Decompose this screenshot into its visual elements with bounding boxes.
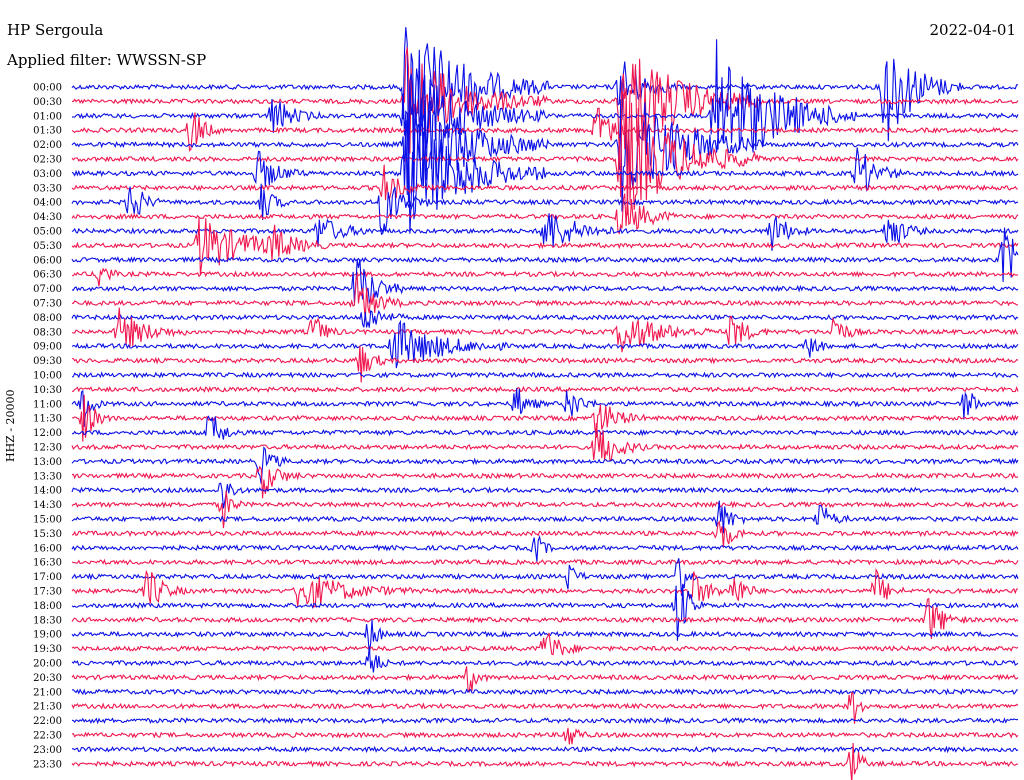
row-time-label: 22:30 [33, 731, 62, 742]
row-time-label: 02:30 [33, 155, 62, 166]
trace-row-20:00 [71, 646, 1019, 673]
trace-row-16:00 [71, 534, 1019, 562]
row-time-label: 14:30 [33, 500, 62, 511]
row-time-label: 13:30 [33, 471, 62, 482]
row-time-label: 19:30 [33, 644, 62, 655]
row-time-label: 19:00 [33, 630, 62, 641]
row-time-label: 01:30 [33, 126, 62, 137]
row-time-label: 17:00 [33, 572, 62, 583]
trace-row-15:00 [71, 500, 1019, 534]
row-time-label: 12:30 [33, 443, 62, 454]
row-time-label: 20:30 [33, 673, 62, 684]
row-time-label: 07:00 [33, 284, 62, 295]
trace-row-16:30 [71, 558, 1019, 567]
row-time-label: 17:30 [33, 587, 62, 598]
trace-row-10:00 [71, 371, 1019, 379]
trace-row-14:30 [71, 490, 1019, 529]
trace-row-08:00 [71, 309, 1019, 328]
row-time-label: 09:00 [33, 342, 62, 353]
row-time-label: 06:00 [33, 255, 62, 266]
trace-row-10:30 [71, 385, 1019, 394]
trace-row-13:30 [71, 465, 1019, 499]
row-time-label: 10:00 [33, 371, 62, 382]
row-time-label: 00:00 [33, 83, 62, 94]
row-time-label: 11:30 [33, 414, 62, 425]
row-time-label: 21:30 [33, 702, 62, 713]
row-time-label: 08:00 [33, 313, 62, 324]
trace-row-20:30 [71, 666, 1019, 694]
row-time-label: 04:00 [33, 198, 62, 209]
row-time-label: 14:00 [33, 486, 62, 497]
row-time-label: 23:00 [33, 745, 62, 756]
trace-row-07:30 [72, 274, 1019, 321]
row-time-label: 01:00 [33, 111, 62, 122]
row-time-label: 18:00 [33, 601, 62, 612]
row-time-label: 13:00 [33, 457, 62, 468]
row-time-label: 06:30 [33, 270, 62, 281]
row-time-label: 03:30 [33, 183, 62, 194]
row-time-label: 09:30 [33, 356, 62, 367]
row-time-label: 03:00 [33, 169, 62, 180]
trace-row-03:30 [71, 164, 1019, 201]
row-time-label: 05:30 [33, 241, 62, 252]
row-time-label: 02:00 [33, 140, 62, 151]
trace-row-13:00 [71, 446, 1019, 484]
row-time-label: 07:30 [33, 299, 62, 310]
row-time-label: 20:00 [33, 659, 62, 670]
row-time-label: 10:30 [33, 385, 62, 396]
row-time-label: 05:00 [33, 227, 62, 238]
row-time-label: 23:30 [33, 759, 62, 770]
row-time-label: 15:30 [33, 529, 62, 540]
trace-row-22:00 [71, 716, 1019, 725]
row-time-label: 18:30 [33, 615, 62, 626]
trace-row-21:00 [71, 688, 1018, 696]
row-time-label: 08:30 [33, 327, 62, 338]
row-time-label: 22:00 [33, 716, 62, 727]
trace-row-06:30 [71, 267, 1019, 287]
row-time-label: 12:00 [33, 428, 62, 439]
seismogram-plot: 00:00 00:30 01:00 01:30 02:00 02:30 03:00 03:30… [33, 27, 1019, 780]
row-time-label: 16:30 [33, 558, 62, 569]
trace-row-02:30 [71, 90, 1019, 216]
trace-row-07:00 [71, 259, 1019, 305]
row-time-label: 21:00 [33, 687, 62, 698]
row-time-label: 16:00 [33, 543, 62, 554]
row-time-label: 11:00 [33, 399, 62, 410]
trace-row-19:30 [71, 632, 1019, 656]
row-time-label: 00:30 [33, 97, 62, 108]
row-time-label: 04:30 [33, 212, 62, 223]
trace-row-22:30 [71, 727, 1019, 745]
trace-row-23:00 [72, 745, 1019, 754]
row-time-label: 15:00 [33, 515, 62, 526]
